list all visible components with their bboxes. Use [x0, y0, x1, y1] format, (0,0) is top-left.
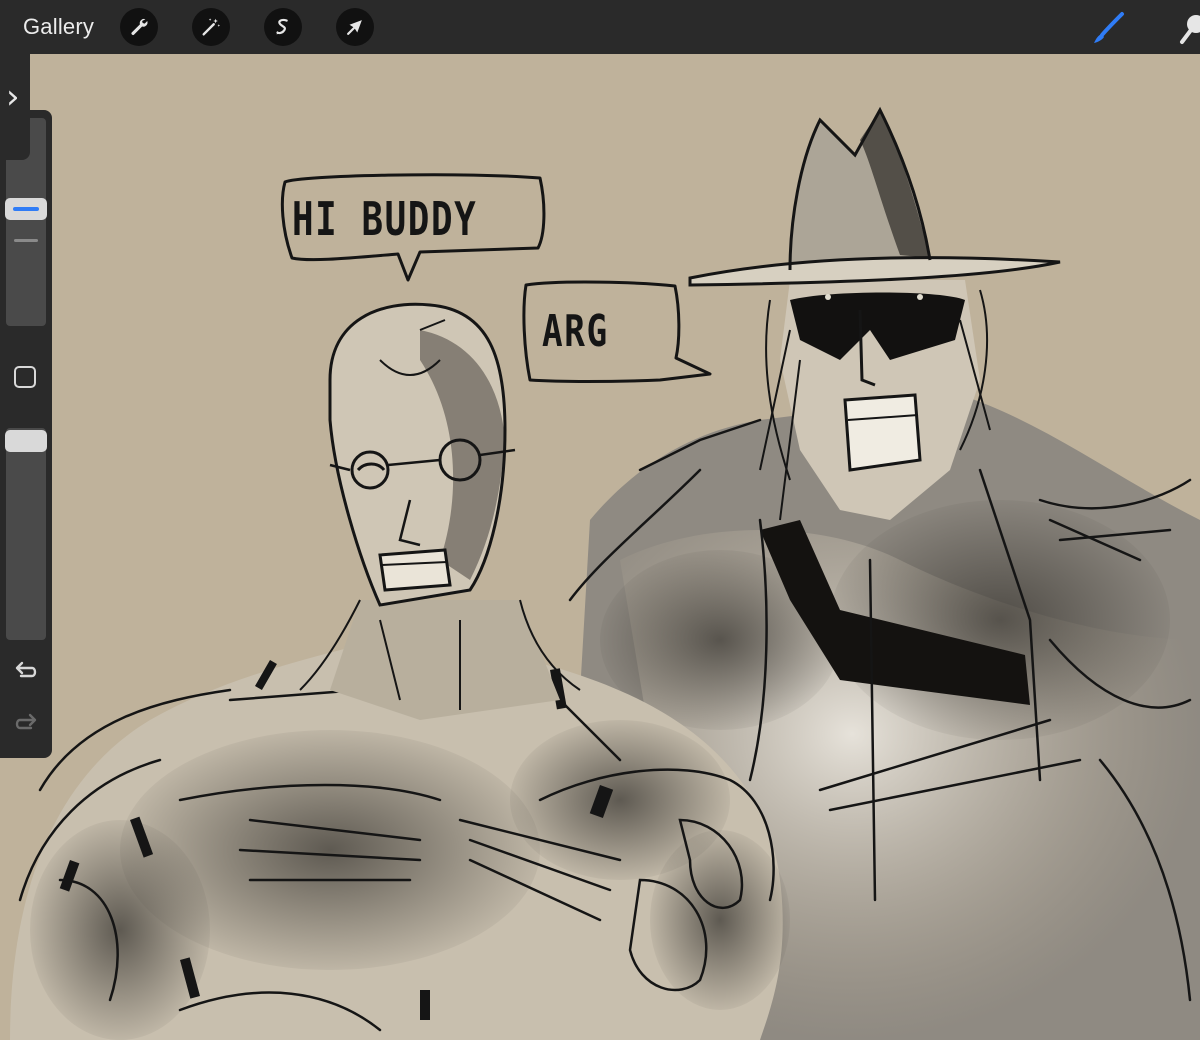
- selection-button[interactable]: [264, 8, 302, 46]
- actions-button[interactable]: [120, 8, 158, 46]
- speech-bubble-text-left: HI BUDDY: [292, 192, 478, 246]
- smudge-icon[interactable]: [1172, 8, 1200, 48]
- adjustments-button[interactable]: [192, 8, 230, 46]
- magic-wand-icon: [202, 18, 221, 36]
- brush-size-thumb[interactable]: [5, 198, 47, 220]
- chevron-right-icon: ›: [6, 77, 20, 117]
- brush-icon[interactable]: [1088, 8, 1128, 48]
- arrow-cursor-icon: [347, 20, 362, 35]
- speech-bubble-text-right: ARG: [542, 306, 609, 357]
- opacity-slider[interactable]: [6, 428, 46, 640]
- sketch-artwork: [10, 106, 1200, 1040]
- transform-button[interactable]: [336, 8, 374, 46]
- redo-icon[interactable]: [12, 710, 40, 738]
- gallery-button[interactable]: Gallery: [23, 14, 94, 40]
- selection-icon: [276, 18, 288, 35]
- modify-button[interactable]: [14, 366, 36, 388]
- left-sidebar: [0, 110, 52, 758]
- brush-size-tick: [14, 239, 38, 242]
- top-toolbar: Gallery: [0, 0, 1200, 54]
- wrench-icon: [131, 18, 148, 36]
- drawing-canvas[interactable]: HI BUDDY ARG: [0, 54, 1200, 1040]
- opacity-thumb[interactable]: [5, 430, 47, 452]
- undo-icon[interactable]: [12, 658, 40, 686]
- sidebar-toggle[interactable]: ›: [0, 40, 30, 160]
